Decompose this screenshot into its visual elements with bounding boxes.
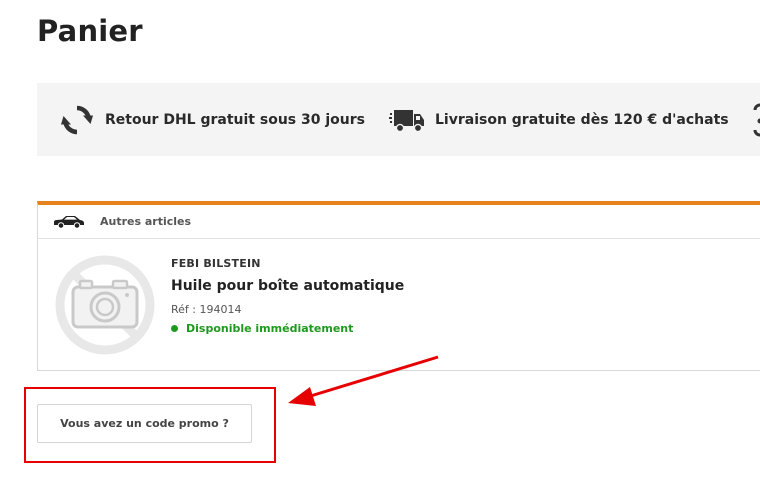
- availability-dot-icon: [171, 325, 178, 332]
- product-name-link[interactable]: Huile pour boîte automatique: [171, 278, 404, 294]
- cart-item-info: FEBI BILSTEIN Huile pour boîte automatiq…: [171, 257, 404, 335]
- car-icon: [53, 214, 87, 230]
- benefit-partial: [749, 83, 760, 156]
- cart-group-header: Autres articles: [38, 205, 760, 239]
- availability-status: Disponible immédiatement: [171, 322, 404, 335]
- benefit-free-delivery: Livraison gratuite dès 120 € d'achats: [389, 83, 729, 156]
- promo-code-button[interactable]: Vous avez un code promo ?: [37, 404, 252, 443]
- refresh-arrows-icon: [59, 102, 95, 138]
- benefit-free-return: Retour DHL gratuit sous 30 jours: [59, 83, 365, 156]
- benefit-text: Livraison gratuite dès 120 € d'achats: [435, 111, 729, 128]
- no-photo-camera-icon[interactable]: [53, 253, 157, 357]
- partial-icon: [749, 102, 760, 138]
- delivery-truck-icon: [389, 102, 425, 138]
- benefits-strip: Retour DHL gratuit sous 30 jours Livrais…: [37, 83, 760, 156]
- cart-panel: Autres articles FEBI BILSTEIN Huile pour…: [37, 201, 760, 371]
- product-reference: Réf : 194014: [171, 303, 242, 316]
- annotation-arrow-icon: [288, 355, 439, 406]
- page-title: Panier: [37, 14, 143, 48]
- cart-page: Panier Retour DHL gratuit sous 30 jours: [0, 0, 760, 489]
- cart-group-label: Autres articles: [100, 215, 192, 228]
- product-brand: FEBI BILSTEIN: [171, 257, 261, 270]
- availability-text: Disponible immédiatement: [186, 322, 354, 335]
- benefit-text: Retour DHL gratuit sous 30 jours: [105, 111, 365, 128]
